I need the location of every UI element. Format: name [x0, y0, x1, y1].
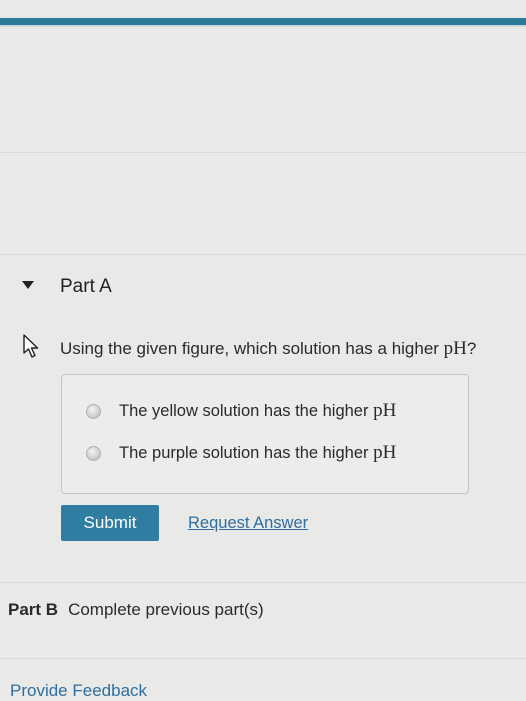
- request-answer-link[interactable]: Request Answer: [188, 514, 308, 533]
- mouse-pointer-icon: [23, 334, 39, 358]
- submit-button[interactable]: Submit: [61, 505, 159, 541]
- radio-button-icon[interactable]: [86, 403, 101, 419]
- provide-feedback-link[interactable]: Provide Feedback: [10, 681, 147, 701]
- part-b-label: Part B: [8, 600, 59, 619]
- divider: [0, 254, 526, 255]
- top-accent-shadow: [0, 25, 526, 27]
- divider: [0, 152, 526, 153]
- radio-button-icon[interactable]: [86, 445, 101, 461]
- choice-label[interactable]: The purple solution has the higher pH: [119, 442, 396, 464]
- collapse-caret-icon[interactable]: [22, 281, 34, 289]
- part-b-row: Part B Complete previous part(s): [8, 600, 264, 620]
- question-prefix: Using the given figure, which solution h…: [60, 339, 444, 358]
- choice-purple[interactable]: The purple solution has the higher pH: [86, 441, 396, 465]
- answer-choices-box: The yellow solution has the higher pH Th…: [61, 374, 469, 494]
- question-text: Using the given figure, which solution h…: [60, 338, 476, 360]
- part-a-title[interactable]: Part A: [60, 276, 112, 298]
- part-b-status: Complete previous part(s): [68, 600, 264, 619]
- divider: [0, 582, 526, 583]
- question-ph: pH: [443, 338, 467, 359]
- question-suffix: ?: [466, 339, 477, 358]
- choice-label[interactable]: The yellow solution has the higher pH: [119, 400, 396, 422]
- divider: [0, 658, 526, 659]
- top-accent-bar: [0, 18, 526, 25]
- choice-yellow[interactable]: The yellow solution has the higher pH: [86, 399, 396, 423]
